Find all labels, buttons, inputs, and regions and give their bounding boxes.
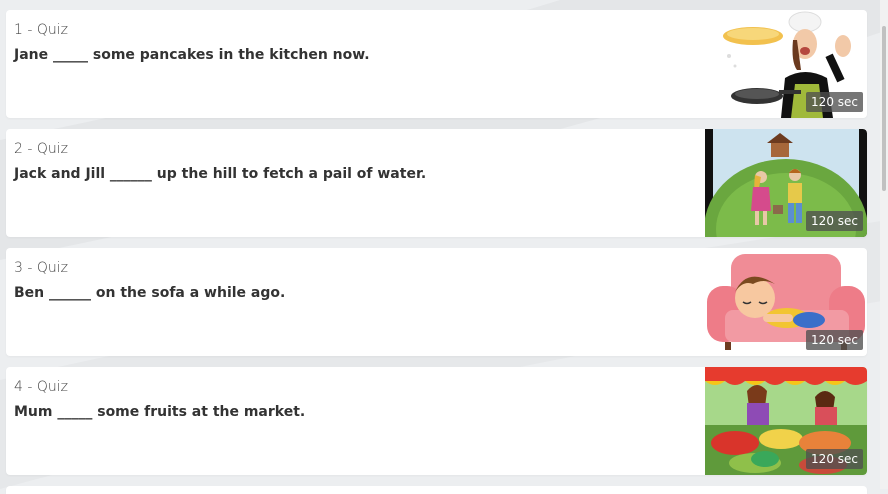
vertical-scrollbar[interactable] xyxy=(880,0,888,489)
quiz-number-label: 2 - Quiz xyxy=(14,141,68,157)
quiz-card[interactable]: 4 - Quiz Mum _____ some fruits at the ma… xyxy=(6,367,867,475)
quiz-question: Jane _____ some pancakes in the kitchen … xyxy=(14,47,370,63)
quiz-card[interactable]: 2 - Quiz Jack and Jill ______ up the hil… xyxy=(6,129,867,237)
quiz-question: Jack and Jill ______ up the hill to fetc… xyxy=(14,166,427,182)
quiz-number-label: 3 - Quiz xyxy=(14,260,68,276)
quiz-question: Mum _____ some fruits at the market. xyxy=(14,404,306,420)
fruit-market-image: 120 sec xyxy=(705,367,867,475)
timer-badge: 120 sec xyxy=(806,211,863,231)
quiz-card[interactable]: 3 - Quiz Ben ______ on the sofa a while … xyxy=(6,248,867,356)
quiz-number-label: 4 - Quiz xyxy=(14,379,68,395)
quiz-list: 1 - Quiz Jane _____ some pancakes in the… xyxy=(6,10,867,494)
timer-badge: 120 sec xyxy=(806,330,863,350)
quiz-question: Ben ______ on the sofa a while ago. xyxy=(14,285,286,301)
quiz-number-label: 1 - Quiz xyxy=(14,22,68,38)
scrollbar-thumb[interactable] xyxy=(882,26,886,191)
boy-sleeping-on-sofa-image: 120 sec xyxy=(705,248,867,356)
quiz-card-partial[interactable] xyxy=(6,486,867,494)
jack-and-jill-hill-image: 120 sec xyxy=(705,129,867,237)
timer-badge: 120 sec xyxy=(806,449,863,469)
timer-badge: 120 sec xyxy=(806,92,863,112)
quiz-card[interactable]: 1 - Quiz Jane _____ some pancakes in the… xyxy=(6,10,867,118)
chef-flipping-pancake-image: 120 sec xyxy=(705,10,867,118)
